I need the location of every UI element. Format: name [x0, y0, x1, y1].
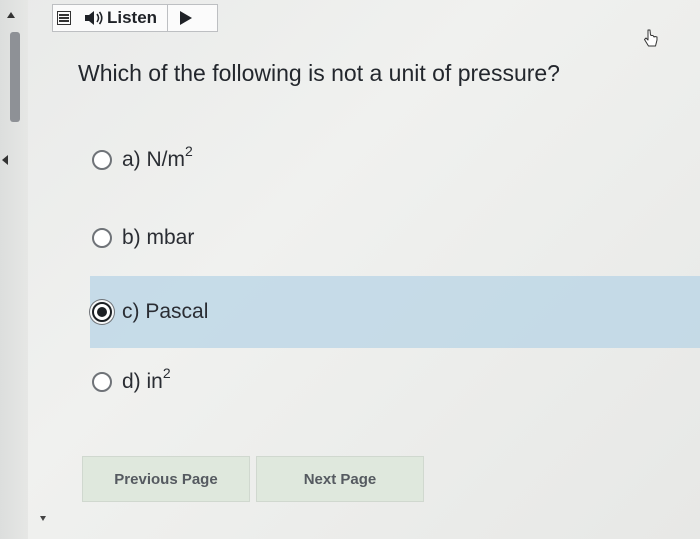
answer-option-c[interactable]: c) Pascal [90, 276, 700, 348]
menu-icon[interactable] [57, 11, 71, 25]
scrollbar[interactable] [0, 0, 28, 539]
scrollbar-thumb[interactable] [10, 32, 20, 122]
toolbar-divider [167, 5, 169, 31]
listen-toolbar: Listen [52, 4, 218, 32]
play-icon[interactable] [180, 11, 193, 25]
answer-option-a[interactable]: a) N/m2 [90, 124, 700, 196]
answer-option-b[interactable]: b) mbar [90, 202, 700, 274]
scroll-left-arrow-icon[interactable] [2, 155, 8, 165]
answer-label-c: c) Pascal [122, 300, 209, 323]
answer-label-d: d) in2 [122, 365, 171, 393]
previous-page-button[interactable]: Previous Page [82, 456, 250, 502]
hand-cursor-icon [644, 29, 658, 47]
scroll-down-arrow-icon[interactable] [40, 516, 46, 521]
radio-button-d[interactable] [92, 372, 112, 392]
answer-label-a: a) N/m2 [122, 143, 193, 171]
scroll-up-arrow-icon[interactable] [7, 12, 15, 18]
answer-option-d[interactable]: d) in2 [90, 346, 700, 418]
radio-button-a[interactable] [92, 150, 112, 170]
answer-label-b: b) mbar [122, 226, 195, 249]
question-text: Which of the following is not a unit of … [78, 60, 560, 86]
speaker-icon[interactable] [83, 9, 105, 27]
radio-button-c-selected[interactable] [92, 302, 112, 322]
listen-button-label[interactable]: Listen [107, 8, 157, 28]
radio-button-b[interactable] [92, 228, 112, 248]
next-page-button[interactable]: Next Page [256, 456, 424, 502]
